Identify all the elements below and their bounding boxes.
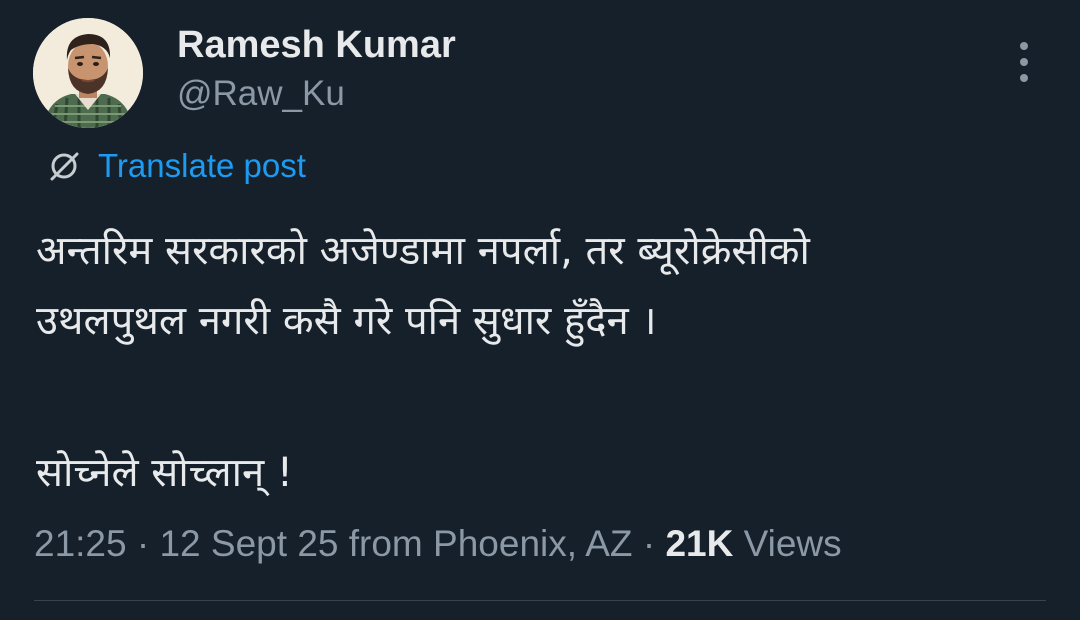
more-vertical-icon-dot [1020, 58, 1028, 66]
meta-separator: · [632, 523, 666, 564]
views-label: Views [733, 523, 842, 564]
post-date[interactable]: 12 Sept 25 [159, 523, 338, 564]
post-text: अन्तरिम सरकारको अजेण्डामा नपर्ला, तर ब्य… [36, 216, 1046, 508]
divider [34, 600, 1046, 601]
more-options-button[interactable] [1004, 40, 1044, 84]
translate-globe-icon [50, 152, 79, 181]
translate-post-button[interactable]: Translate post [44, 144, 306, 188]
post-text-line: सोच्नेले सोच्लान् ! [36, 450, 293, 496]
author-name[interactable]: Ramesh Kumar [177, 22, 456, 68]
profile-avatar-icon [33, 18, 143, 128]
post-detail: Ramesh Kumar @Raw_Ku Translate post अन्त… [0, 0, 1080, 620]
translate-post-label: Translate post [98, 147, 306, 184]
post-meta: 21:25 · 12 Sept 25 from Phoenix, AZ · 21… [34, 520, 842, 568]
post-location: from Phoenix, AZ [338, 523, 633, 564]
post-time[interactable]: 21:25 [34, 523, 127, 564]
more-vertical-icon [1020, 42, 1028, 50]
author-handle[interactable]: @Raw_Ku [177, 72, 345, 116]
meta-separator: · [126, 523, 160, 564]
views-count[interactable]: 21K [665, 523, 733, 564]
post-text-line: उथलपुथल नगरी कसै गरे पनि सुधार हुँदैन । [36, 298, 657, 344]
more-vertical-icon-dot [1020, 74, 1028, 82]
post-text-line: अन्तरिम सरकारको अजेण्डामा नपर्ला, तर ब्य… [36, 228, 810, 274]
avatar[interactable] [33, 18, 143, 128]
